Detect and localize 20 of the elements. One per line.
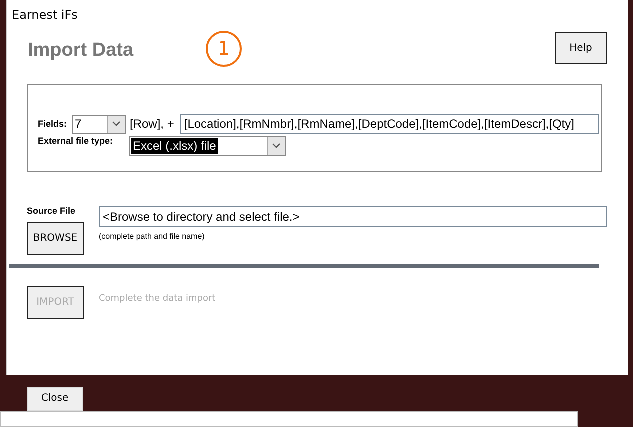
fields-label: Fields: bbox=[38, 119, 68, 129]
row-prefix-label: [Row], + bbox=[130, 117, 174, 131]
field-count-dropdown[interactable]: 7 bbox=[72, 114, 126, 134]
window-title: Earnest iFs bbox=[11, 7, 79, 22]
close-button[interactable]: Close bbox=[27, 386, 83, 410]
page-heading: Import Data bbox=[28, 40, 135, 62]
dropdown-button[interactable] bbox=[107, 116, 125, 132]
browse-button[interactable]: BROWSE bbox=[27, 222, 84, 255]
file-path-hint: (complete path and file name) bbox=[99, 232, 206, 241]
import-description: Complete the data import bbox=[99, 294, 216, 304]
file-type-label: External file type: bbox=[38, 136, 114, 146]
source-file-label: Source File bbox=[27, 206, 77, 216]
chevron-down-icon bbox=[272, 143, 281, 149]
field-list-input[interactable]: [Location],[RmNmbr],[RmName],[DeptCode],[ItemCode],[ItemDescr],[Qty] bbox=[180, 114, 600, 134]
annotation-marker: 1 bbox=[206, 31, 242, 67]
help-button[interactable]: Help bbox=[555, 32, 607, 64]
dropdown-button[interactable] bbox=[267, 137, 285, 155]
file-path-input[interactable]: <Browse to directory and select file.> bbox=[99, 206, 607, 227]
chevron-down-icon bbox=[112, 121, 121, 127]
file-type-dropdown[interactable]: Excel (.xlsx) file bbox=[129, 136, 286, 156]
